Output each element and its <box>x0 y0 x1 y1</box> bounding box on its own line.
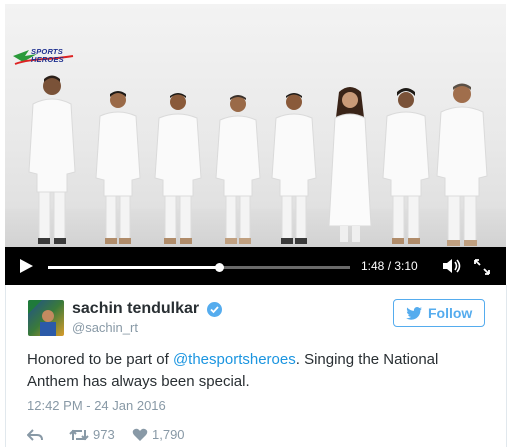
follow-button[interactable]: Follow <box>393 299 485 327</box>
video-frame[interactable]: SPORTS HEROES <box>5 4 506 247</box>
progress-track[interactable] <box>48 263 350 272</box>
person-8 <box>436 83 488 246</box>
person-2 <box>95 91 141 244</box>
retweet-count: 973 <box>93 427 115 442</box>
reply-icon[interactable] <box>27 427 43 443</box>
author-handle[interactable]: @sachin_rt <box>72 320 138 335</box>
author-name[interactable]: sachin tendulkar <box>72 300 199 318</box>
verified-icon <box>207 302 222 317</box>
twitter-bird-icon <box>406 307 422 320</box>
progress-fill <box>48 266 220 269</box>
tweet-text-before: Honored to be part of <box>27 351 173 368</box>
volume-icon[interactable] <box>442 258 462 274</box>
tweet-timestamp[interactable]: 12:42 PM - 24 Jan 2016 <box>27 398 166 413</box>
tweet-text: Honored to be part of @thesportsheroes. … <box>27 349 477 393</box>
person-6 <box>328 87 372 242</box>
follow-label: Follow <box>428 305 473 321</box>
video-controls: 1:48 / 3:10 <box>5 247 506 285</box>
mention-link[interactable]: @thesportsheroes <box>173 351 296 368</box>
avatar-image <box>28 300 56 336</box>
logo-text: SPORTS HEROES <box>31 47 64 64</box>
person-7 <box>382 88 430 244</box>
person-5 <box>271 93 317 244</box>
sports-heroes-logo: SPORTS HEROES <box>11 42 75 72</box>
play-icon[interactable] <box>20 259 33 273</box>
tweet-card: sachin tendulkar @sachin_rt Follow Honor… <box>5 285 507 447</box>
person-4 <box>215 95 261 244</box>
retweet-icon[interactable] <box>69 427 89 443</box>
video-player[interactable]: SPORTS HEROES 1:48 / 3:10 <box>5 4 506 285</box>
fullscreen-icon[interactable] <box>473 258 491 276</box>
avatar[interactable] <box>28 300 64 336</box>
heart-icon[interactable] <box>132 427 148 443</box>
like-count: 1,790 <box>152 427 185 442</box>
progress-thumb[interactable] <box>215 263 225 272</box>
person-3 <box>154 93 202 244</box>
time-display: 1:48 / 3:10 <box>361 259 418 273</box>
person-1 <box>28 75 76 244</box>
